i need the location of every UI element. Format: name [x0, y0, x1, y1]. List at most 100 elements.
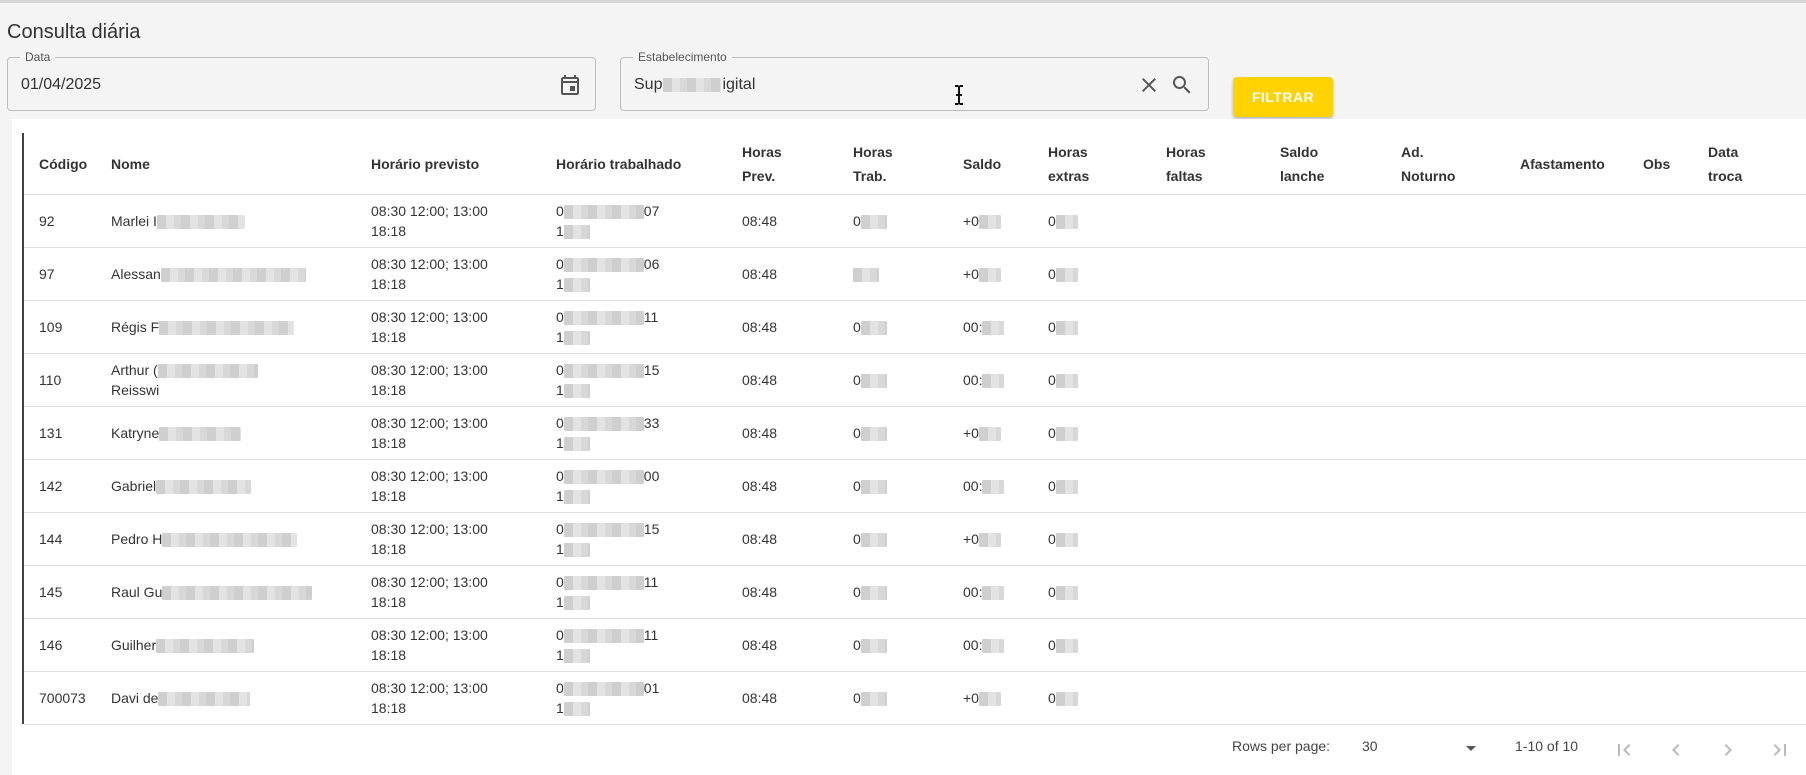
overtime: 0: [1048, 478, 1056, 494]
table-row[interactable]: 110 Arthur (Reisswi 08:30 12:00; 13:00 18:1…: [24, 353, 1806, 407]
redacted-text: [563, 331, 590, 346]
column-header: Horas extras: [1048, 133, 1166, 195]
chevron-right-icon[interactable]: [1716, 738, 1740, 762]
employee-code: 131: [39, 425, 63, 441]
table-cell: [1708, 300, 1806, 354]
close-icon[interactable]: [1137, 73, 1161, 97]
scheduled-time: 08:30 12:00; 13:00: [371, 627, 488, 643]
table-cell: 08:30 12:00; 13:00 18:18: [371, 194, 556, 248]
dropdown-arrow-icon[interactable]: [1459, 736, 1483, 760]
redacted-text: [978, 427, 1001, 442]
table-row[interactable]: 144 Pedro H 08:30 12:00; 13:00 18:18 0 15 1 08:…: [24, 512, 1806, 566]
redacted-text: [860, 692, 887, 707]
table-row[interactable]: 700073 Davi de 08:30 12:00; 13:00 18:18 0 01 1…: [24, 671, 1806, 725]
table-cell: [1280, 671, 1401, 725]
redacted-text: [982, 639, 1005, 654]
worked-time-end: 07: [643, 203, 660, 219]
table-cell: [1280, 512, 1401, 566]
redacted-text: [156, 639, 255, 654]
worked-time-line-2: 1: [556, 488, 564, 504]
redacted-text: [162, 586, 313, 601]
redacted-text: [1055, 427, 1078, 442]
establishment-value-end: igital: [722, 76, 756, 93]
column-header: Horário previsto: [371, 133, 556, 195]
worked-time-line-2: 1: [556, 541, 564, 557]
chevron-left-icon[interactable]: [1664, 738, 1688, 762]
worked-time-line-2: 1: [556, 223, 564, 239]
scheduled-time-end: 18:18: [371, 594, 407, 610]
table-row[interactable]: 145 Raul Gu 08:30 12:00; 13:00 18:18 0 11 1 08:…: [24, 565, 1806, 619]
worked-time: 0: [556, 415, 564, 431]
hours-worked: 0: [853, 690, 861, 706]
table-row[interactable]: 146 Guilher 08:30 12:00; 13:00 18:18 0 11 1 08:…: [24, 618, 1806, 672]
table-cell: Arthur (Reisswi: [111, 353, 371, 407]
table-cell: [1280, 565, 1401, 619]
balance: 00:: [963, 372, 983, 388]
column-header-line-1: Nome: [111, 155, 150, 172]
table-cell: [1166, 459, 1280, 513]
results-table-container[interactable]: Código Nome Horário previsto Horário trabal…: [22, 133, 1806, 725]
filter-button[interactable]: FILTRAR: [1233, 77, 1333, 117]
table-cell: 0: [1048, 565, 1166, 619]
worked-time-end: 06: [643, 256, 660, 272]
last-page-icon[interactable]: [1768, 738, 1792, 762]
table-cell: [1643, 353, 1708, 407]
balance: 00:: [963, 637, 983, 653]
hours-worked: 0: [853, 531, 861, 547]
worked-time-line-2: 1: [556, 700, 564, 716]
column-header-line-1: Horário trabalhado: [556, 155, 682, 172]
table-cell: 0 00 1: [556, 459, 742, 513]
table-cell: 08:48: [742, 353, 853, 407]
hours-expected: 08:48: [742, 425, 778, 441]
table-cell: [1520, 618, 1643, 672]
scheduled-time-end: 18:18: [371, 223, 407, 239]
date-field-label: Data: [20, 50, 56, 64]
table-cell: 0 07 1: [556, 194, 742, 248]
scheduled-time: 08:30 12:00; 13:00: [371, 468, 488, 484]
table-cell: [1280, 618, 1401, 672]
date-field-value[interactable]: 01/04/2025: [21, 76, 101, 94]
worked-time-end: 33: [643, 415, 660, 431]
table-cell: 0: [853, 565, 963, 619]
search-icon[interactable]: [1170, 73, 1194, 97]
establishment-value-start: Sup: [634, 76, 663, 93]
table-row[interactable]: 142 Gabriel 08:30 12:00; 13:00 18:18 0 00 1 08:…: [24, 459, 1806, 513]
table-cell: Davi de: [111, 671, 371, 725]
establishment-field-value[interactable]: Sup igital: [634, 76, 755, 94]
hours-worked: 0: [853, 319, 861, 335]
table-cell: 0: [1048, 671, 1166, 725]
worked-time-end: 11: [643, 309, 659, 325]
worked-time: 0: [556, 468, 564, 484]
date-field[interactable]: Data 01/04/2025: [7, 50, 596, 111]
table-row[interactable]: 109 Régis F 08:30 12:00; 13:00 18:18 0 11 1 08:…: [24, 300, 1806, 354]
table-row[interactable]: 97 Alessan 08:30 12:00; 13:00 18:18 0 06 1 08:4…: [24, 247, 1806, 301]
table-cell: 0 11 1: [556, 300, 742, 354]
redacted-text: [1055, 268, 1078, 283]
table-cell: 0: [1048, 353, 1166, 407]
hours-worked: 0: [853, 637, 861, 653]
calendar-icon[interactable]: [558, 73, 582, 97]
balance: 00:: [963, 478, 983, 494]
table-cell: [1520, 459, 1643, 513]
table-cell: [1708, 512, 1806, 566]
establishment-field[interactable]: Estabelecimento Sup igital: [620, 50, 1209, 111]
redacted-text: [978, 533, 1001, 548]
column-header-line-1: Ad.: [1401, 143, 1424, 160]
table-cell: [1280, 300, 1401, 354]
balance: +0: [963, 425, 979, 441]
table-cell: [1280, 406, 1401, 460]
employee-code: 142: [39, 478, 63, 494]
table-cell: 08:48: [742, 459, 853, 513]
table-cell: +0: [963, 512, 1048, 566]
table-row[interactable]: 92 Marlei I 08:30 12:00; 13:00 18:18 0 07 1 08:…: [24, 194, 1806, 248]
table-cell: +0: [963, 671, 1048, 725]
first-page-icon[interactable]: [1612, 738, 1636, 762]
table-cell: +0: [963, 406, 1048, 460]
employee-name-line-2: Reisswi: [111, 382, 160, 398]
table-cell: Guilher: [111, 618, 371, 672]
scheduled-time-end: 18:18: [371, 382, 407, 398]
hours-expected: 08:48: [742, 478, 778, 494]
rows-per-page-select[interactable]: 30: [1362, 738, 1482, 762]
column-header: Saldo lanche: [1280, 133, 1401, 195]
table-row[interactable]: 131 Katryne 08:30 12:00; 13:00 18:18 0 33 1 08:…: [24, 406, 1806, 460]
